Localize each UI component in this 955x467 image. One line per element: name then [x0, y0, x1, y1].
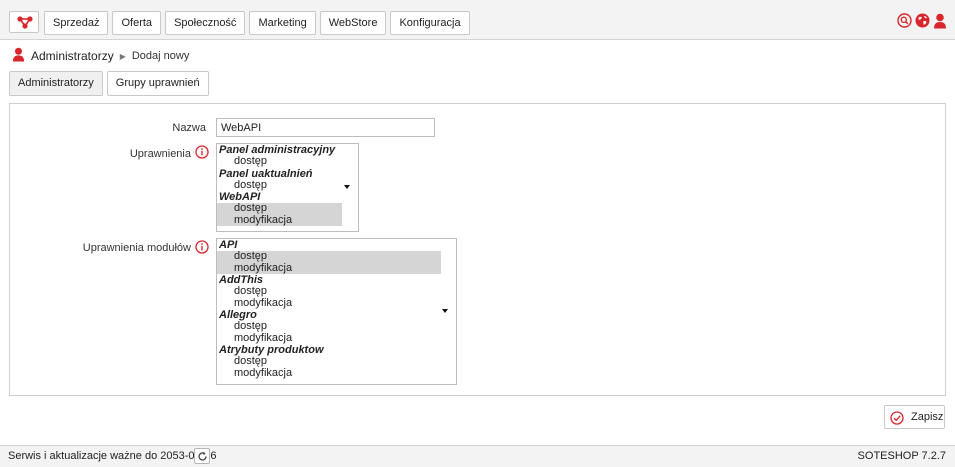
- module-permissions-label: Uprawnienia modułów: [82, 242, 191, 254]
- listbox-group-label: Panel uaktualnień: [219, 167, 313, 180]
- section-tabs: Administratorzy Grupy uprawnień: [9, 71, 213, 96]
- listbox-option[interactable]: dostęp: [217, 179, 358, 192]
- nav-spolecznosc[interactable]: Społeczność: [165, 11, 246, 35]
- module-permissions-dropdown-icon: [442, 309, 448, 313]
- nav-marketing[interactable]: Marketing: [249, 11, 316, 35]
- permissions-listbox[interactable]: Panel administracyjny dostęp Panel uaktual…: [216, 143, 359, 232]
- refresh-button[interactable]: [194, 448, 210, 464]
- nav-oferta[interactable]: Oferta: [112, 11, 162, 35]
- listbox-option[interactable]: dostęp: [217, 155, 358, 168]
- home-logo-button[interactable]: [9, 11, 39, 33]
- globe-icon[interactable]: [915, 13, 930, 32]
- listbox-option[interactable]: modyfikacja: [217, 297, 456, 310]
- listbox-option[interactable]: dostęp: [217, 320, 456, 333]
- top-right-icons: [894, 13, 947, 32]
- save-button[interactable]: Zapisz: [884, 405, 945, 429]
- listbox-option[interactable]: dostęp: [217, 355, 456, 368]
- search-icon[interactable]: [897, 13, 912, 32]
- module-permissions-listbox[interactable]: API dostęp modyfikacja AddThis dostęp modyfik…: [216, 238, 457, 385]
- listbox-option[interactable]: dostęp: [217, 250, 441, 263]
- save-button-label: Zapisz: [911, 411, 944, 423]
- name-label: Nazwa: [172, 122, 206, 134]
- form-panel: Nazwa Uprawnienia Panel administracyjnyd…: [9, 103, 946, 396]
- breadcrumb: Administratorzy ▶ Dodaj nowy: [12, 47, 190, 65]
- info-icon[interactable]: [195, 240, 209, 254]
- refresh-icon: [198, 451, 207, 461]
- listbox-option[interactable]: modyfikacja: [217, 262, 441, 274]
- name-input[interactable]: [216, 118, 435, 137]
- listbox-option[interactable]: modyfikacja: [217, 367, 456, 380]
- permissions-dropdown-icon: [344, 185, 350, 189]
- network-logo-icon: [17, 16, 33, 29]
- user-icon[interactable]: [933, 13, 947, 32]
- tab-grupy-uprawnien[interactable]: Grupy uprawnień: [106, 71, 209, 96]
- check-circle-icon: [890, 411, 904, 425]
- listbox-option[interactable]: modyfikacja: [217, 332, 456, 345]
- breadcrumb-separator-icon: ▶: [119, 51, 126, 61]
- breadcrumb-root[interactable]: Administratorzy: [31, 49, 114, 63]
- listbox-option[interactable]: dostęp: [217, 285, 456, 298]
- main-nav: Sprzedaż Oferta Społeczność Marketing We…: [44, 11, 474, 35]
- top-bar: Sprzedaż Oferta Społeczność Marketing We…: [0, 0, 955, 40]
- breadcrumb-current: Dodaj nowy: [131, 50, 190, 62]
- tab-administratorzy[interactable]: Administratorzy: [9, 71, 103, 96]
- nav-konfiguracja[interactable]: Konfiguracja: [390, 11, 470, 35]
- version-label: SOTESHOP 7.2.7: [857, 450, 946, 462]
- user-icon: [12, 47, 25, 65]
- listbox-option[interactable]: dostęp: [217, 202, 342, 215]
- service-expiry-text: Serwis i aktualizacje ważne do 2053-08-2…: [8, 450, 217, 462]
- info-icon[interactable]: [195, 145, 209, 159]
- nav-sprzedaz[interactable]: Sprzedaż: [44, 11, 109, 35]
- nav-webstore[interactable]: WebStore: [319, 11, 387, 35]
- permissions-label: Uprawnienia: [129, 148, 191, 160]
- footer: Serwis i aktualizacje ważne do 2053-08-2…: [0, 445, 955, 467]
- listbox-option[interactable]: modyfikacja: [217, 214, 342, 226]
